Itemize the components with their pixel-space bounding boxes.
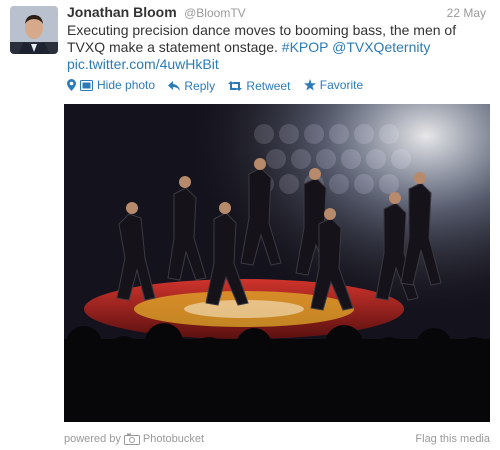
avatar[interactable] bbox=[10, 6, 58, 54]
retweet-icon bbox=[228, 81, 243, 91]
media-footer: powered by Photobucket Flag this media bbox=[64, 433, 490, 445]
tweet-actions: Hide photo Reply Retweet Favorite bbox=[67, 78, 373, 94]
hide-photo-button[interactable]: Hide photo bbox=[67, 78, 155, 92]
provider-name: Photobucket bbox=[142, 433, 205, 445]
tweet-photo[interactable] bbox=[64, 104, 490, 422]
hide-photo-label: Hide photo bbox=[97, 78, 156, 92]
tweet-date[interactable]: 22 May bbox=[447, 6, 486, 20]
user-name[interactable]: Jonathan Bloom bbox=[67, 4, 177, 20]
photo-icon bbox=[80, 79, 93, 91]
flag-media-link[interactable]: Flag this media bbox=[415, 433, 490, 445]
pic-link[interactable]: pic.twitter.com/4uwHkBit bbox=[67, 56, 219, 72]
user-handle[interactable]: @BloomTV bbox=[184, 6, 246, 20]
favorite-button[interactable]: Favorite bbox=[303, 78, 364, 92]
retweet-label: Retweet bbox=[246, 79, 291, 93]
powered-by[interactable]: powered by Photobucket bbox=[64, 433, 204, 445]
star-icon bbox=[303, 79, 316, 91]
location-pin-icon bbox=[67, 79, 76, 91]
camera-icon bbox=[123, 433, 140, 445]
powered-by-label: powered by bbox=[64, 433, 121, 445]
reply-arrow-icon bbox=[168, 81, 181, 91]
tweet-text: Executing precision dance moves to boomi… bbox=[67, 22, 487, 73]
reply-button[interactable]: Reply bbox=[168, 79, 215, 93]
reply-label: Reply bbox=[184, 79, 216, 93]
mention-link[interactable]: @TVXQeternity bbox=[332, 39, 430, 55]
retweet-button[interactable]: Retweet bbox=[228, 79, 290, 93]
hashtag-link[interactable]: #KPOP bbox=[282, 39, 328, 55]
tweet: Jonathan Bloom @BloomTV 22 May Executing… bbox=[0, 0, 500, 450]
tweet-header: Jonathan Bloom @BloomTV 22 May bbox=[67, 4, 492, 22]
favorite-label: Favorite bbox=[319, 78, 364, 92]
